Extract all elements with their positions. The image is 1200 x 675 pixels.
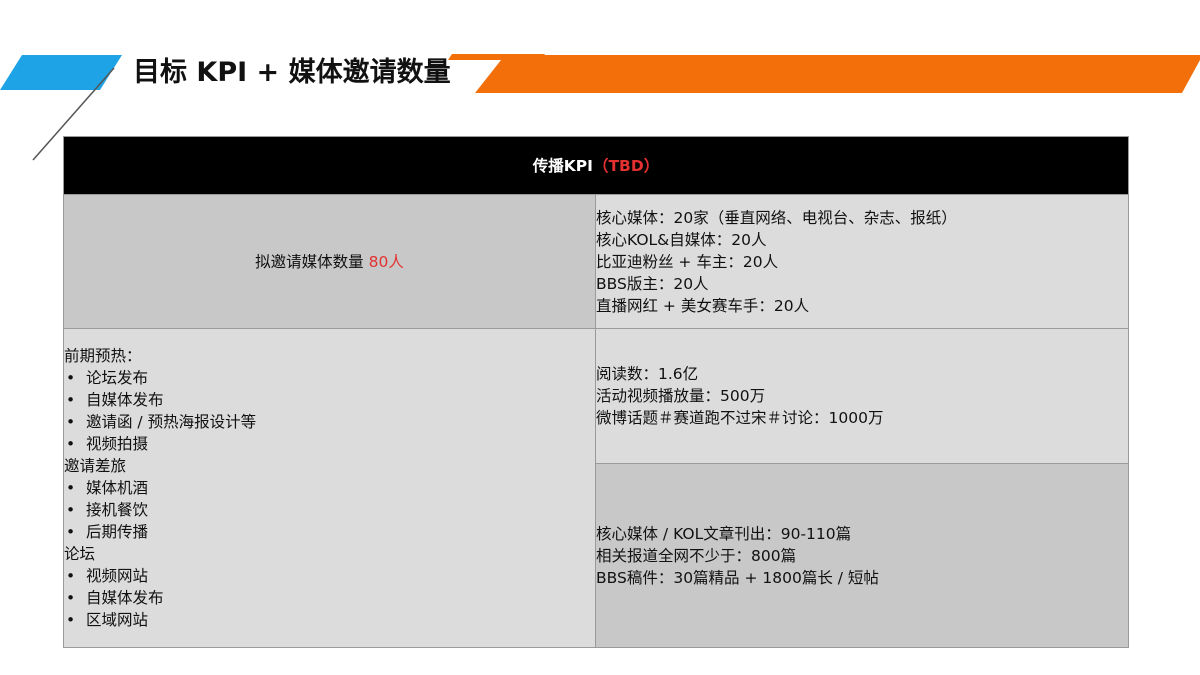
list-item: 核心KOL&自媒体：20人 (596, 230, 767, 249)
kpi-table: 传播KPI（TBD） 拟邀请媒体数量 80人 核心媒体：20家（垂直网络、电视台… (63, 136, 1129, 648)
list-item: 相关报道全网不少于：800篇 (596, 546, 797, 565)
invite-cell: 拟邀请媒体数量 80人 (63, 194, 596, 329)
table-row: 拟邀请媒体数量 80人 核心媒体：20家（垂直网络、电视台、杂志、报纸） 核心K… (63, 194, 1129, 329)
list-item: 核心媒体 / KOL文章刊出：90-110篇 (596, 524, 852, 543)
blue-stripe (0, 55, 122, 90)
output-metrics-cell: 核心媒体 / KOL文章刊出：90-110篇 相关报道全网不少于：800篇 BB… (595, 463, 1129, 648)
reach-metrics-cell: 阅读数：1.6亿 活动视频播放量：500万 微博话题＃赛道跑不过宋＃讨论：100… (595, 328, 1129, 464)
header-label: 传播KPI (532, 156, 593, 175)
list-item: 微博话题＃赛道跑不过宋＃讨论：1000万 (596, 409, 884, 427)
list-item: 视频拍摄 (64, 433, 595, 455)
list-item: 阅读数：1.6亿 (596, 365, 699, 383)
plan-heading-prewarm: 前期预热： (64, 347, 142, 365)
list-item: 核心媒体：20家（垂直网络、电视台、杂志、报纸） (596, 208, 957, 227)
list-item: 自媒体发布 (64, 587, 595, 609)
plan-cell: 前期预热： 论坛发布 自媒体发布 邀请函 / 预热海报设计等 视频拍摄 邀请差旅… (63, 328, 596, 648)
page-title: 目标 KPI + 媒体邀请数量 (133, 57, 451, 88)
table-header-row: 传播KPI（TBD） (63, 136, 1129, 195)
list-item: 论坛发布 (64, 367, 595, 389)
header-tbd: （TBD） (592, 156, 660, 175)
prewarm-list: 论坛发布 自媒体发布 邀请函 / 预热海报设计等 视频拍摄 (64, 367, 595, 455)
list-item: 接机餐饮 (64, 499, 595, 521)
list-item: 视频网站 (64, 565, 595, 587)
plan-heading-travel: 邀请差旅 (64, 457, 127, 475)
orange-stripe-top (448, 54, 545, 60)
list-item: 直播网红 + 美女赛车手：20人 (596, 296, 810, 315)
orange-stripe (470, 55, 1200, 93)
list-item: 区域网站 (64, 609, 595, 631)
media-breakdown-cell: 核心媒体：20家（垂直网络、电视台、杂志、报纸） 核心KOL&自媒体：20人 比… (595, 194, 1129, 329)
travel-list: 媒体机酒 接机餐饮 后期传播 (64, 477, 595, 543)
list-item: 活动视频播放量：500万 (596, 387, 766, 405)
table-row: 前期预热： 论坛发布 自媒体发布 邀请函 / 预热海报设计等 视频拍摄 邀请差旅… (63, 328, 1129, 648)
invite-count: 80人 (368, 252, 404, 271)
list-item: 媒体机酒 (64, 477, 595, 499)
forum-list: 视频网站 自媒体发布 区域网站 (64, 565, 595, 631)
list-item: 邀请函 / 预热海报设计等 (64, 411, 595, 433)
list-item: BBS版主：20人 (596, 274, 709, 293)
invite-label: 拟邀请媒体数量 (255, 252, 369, 271)
plan-heading-forum: 论坛 (64, 545, 96, 563)
list-item: 比亚迪粉丝 + 车主：20人 (596, 252, 779, 271)
list-item: BBS稿件：30篇精品 + 1800篇长 / 短帖 (596, 568, 879, 587)
list-item: 自媒体发布 (64, 389, 595, 411)
list-item: 后期传播 (64, 521, 595, 543)
table-header: 传播KPI（TBD） (63, 136, 1129, 195)
